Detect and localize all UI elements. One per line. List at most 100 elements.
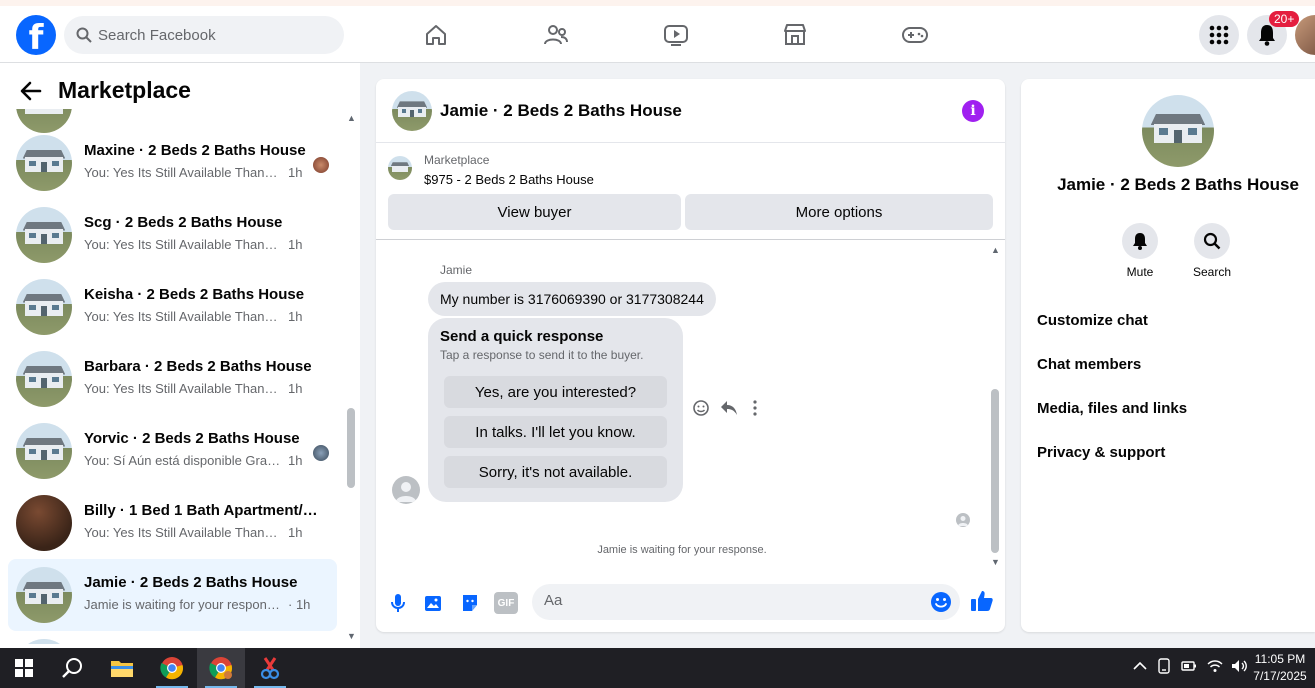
sticker-icon[interactable]: [458, 591, 482, 615]
search-box[interactable]: [64, 16, 344, 54]
conversation-item[interactable]: Yorvic · 2 Beds 2 Baths House You: Sí Aú…: [8, 415, 337, 487]
listing-price[interactable]: $975 - 2 Beds 2 Baths House: [424, 172, 594, 187]
chat-scroll-down-icon[interactable]: ▼: [991, 557, 1000, 567]
details-thumbnail: [1142, 95, 1214, 167]
conversation-item-partial[interactable]: [8, 631, 337, 644]
video-icon[interactable]: [661, 20, 691, 50]
search-icon: [1203, 232, 1221, 250]
conversation-snippet: You: Yes Its Still Available Thanks fo..…: [84, 381, 282, 396]
scroll-up-arrow-icon[interactable]: ▲: [347, 113, 356, 123]
gif-icon[interactable]: GIF: [494, 592, 518, 614]
scroll-down-arrow-icon[interactable]: ▼: [347, 631, 356, 641]
message-bubble[interactable]: My number is 3176069390 or 3177308244: [428, 282, 716, 316]
notifications-button[interactable]: 20+: [1247, 11, 1300, 55]
wifi-icon[interactable]: [1207, 659, 1223, 673]
chat-members-row[interactable]: Chat members: [1037, 348, 1315, 380]
microphone-icon[interactable]: [386, 591, 410, 615]
message-input[interactable]: [544, 592, 914, 609]
chrome-profile-icon[interactable]: [197, 648, 245, 688]
volume-icon[interactable]: [1231, 659, 1249, 673]
listing-thumbnail: [16, 135, 72, 191]
marketplace-icon[interactable]: [780, 20, 810, 50]
friends-icon[interactable]: [541, 20, 571, 50]
chevron-up-icon[interactable]: [1133, 661, 1147, 671]
file-explorer-icon[interactable]: [98, 648, 146, 688]
grid-icon: [1209, 25, 1229, 45]
more-options-button[interactable]: More options: [685, 194, 993, 230]
sender-avatar: [392, 476, 420, 504]
conversation-time: 1h: [288, 381, 303, 396]
menu-grid-button[interactable]: [1199, 15, 1239, 55]
emoji-icon[interactable]: [930, 591, 952, 613]
more-vertical-icon[interactable]: [752, 400, 758, 416]
device-icon[interactable]: [1157, 658, 1171, 674]
conversation-time: 1h: [288, 309, 303, 324]
message-thread: Jamie My number is 3176069390 or 3177308…: [376, 241, 1005, 571]
chat-scrollbar[interactable]: [991, 389, 999, 553]
listing-thumbnail: [16, 495, 72, 551]
listing-thumbnail: [16, 207, 72, 263]
taskbar-clock[interactable]: 11:05 PM 7/17/2025: [1248, 651, 1312, 685]
conversation-item[interactable]: Billy · 1 Bed 1 Bath Apartment/co... You…: [8, 487, 337, 559]
section-label: Customize chat: [1037, 311, 1148, 329]
quick-response-subtitle: Tap a response to send it to the buyer.: [440, 348, 644, 362]
search-in-chat-button[interactable]: Search: [1182, 223, 1242, 279]
quick-response-button[interactable]: In talks. I'll let you know.: [444, 416, 667, 448]
message-sender: Jamie: [440, 263, 473, 277]
conversation-item[interactable]: Keisha · 2 Beds 2 Baths House You: Yes I…: [8, 271, 337, 343]
info-icon[interactable]: i: [962, 100, 984, 122]
listing-mini-thumbnail: [388, 156, 412, 180]
customize-chat-row[interactable]: Customize chat: [1037, 304, 1315, 336]
emoji-react-icon[interactable]: [692, 399, 710, 417]
quick-response-button[interactable]: Sorry, it's not available.: [444, 456, 667, 488]
chrome-icon[interactable]: [148, 648, 196, 688]
thumbs-up-icon[interactable]: [970, 589, 994, 613]
back-arrow-icon[interactable]: [20, 81, 42, 101]
facebook-logo-icon[interactable]: f: [16, 15, 56, 55]
snipping-tool-icon[interactable]: [246, 648, 294, 688]
listing-thumbnail: [16, 567, 72, 623]
conversation-snippet: You: Yes Its Still Available Thanks fo..…: [84, 237, 282, 252]
chat-scroll-up-icon[interactable]: ▲: [991, 245, 1000, 255]
taskbar-search-icon[interactable]: [48, 648, 96, 688]
conversation-name: Scg · 2 Beds 2 Baths House: [84, 214, 283, 231]
media-files-links-row[interactable]: Media, files and links: [1037, 392, 1315, 424]
mute-label: Mute: [1126, 265, 1154, 279]
sidebar-scrollbar[interactable]: [347, 408, 355, 488]
details-name: Jamie · 2 Beds 2 Baths House: [1057, 175, 1299, 194]
logo-letter: f: [28, 18, 44, 55]
chat-title[interactable]: Jamie · 2 Beds 2 Baths House: [440, 101, 682, 121]
conversation-item[interactable]: Scg · 2 Beds 2 Baths House You: Yes Its …: [8, 199, 337, 271]
system-tray: [1133, 658, 1249, 674]
gaming-icon[interactable]: [900, 20, 930, 50]
conversation-item[interactable]: Barbara · 2 Beds 2 Baths House You: Yes …: [8, 343, 337, 415]
reply-icon[interactable]: [720, 400, 738, 416]
chat-details-panel: Jamie · 2 Beds 2 Baths House Mute Search…: [1021, 79, 1315, 632]
view-buyer-button[interactable]: View buyer: [388, 194, 681, 230]
quick-response-button[interactable]: Yes, are you interested?: [444, 376, 667, 408]
conversation-snippet: You: Yes Its Still Available Thanks...: [84, 165, 282, 180]
chat-thumbnail[interactable]: [392, 91, 432, 131]
conversation-name: Yorvic · 2 Beds 2 Baths House: [84, 430, 300, 447]
conversation-item-active[interactable]: Jamie · 2 Beds 2 Baths House Jamie is wa…: [8, 559, 337, 631]
listing-banner: Marketplace $975 - 2 Beds 2 Baths House …: [376, 144, 1005, 240]
conversation-snippet: Jamie is waiting for your response.: [84, 597, 282, 612]
conversation-item[interactable]: Maxine · 2 Beds 2 Baths House You: Yes I…: [8, 127, 337, 199]
conversation-name: Billy · 1 Bed 1 Bath Apartment/co...: [84, 502, 324, 519]
message-input-box[interactable]: [532, 584, 960, 620]
search-input[interactable]: [98, 26, 318, 44]
windows-start-icon[interactable]: [0, 648, 48, 688]
quick-response-title: Send a quick response: [440, 328, 604, 345]
privacy-support-row[interactable]: Privacy & support: [1037, 436, 1315, 468]
section-label: Privacy & support: [1037, 443, 1166, 461]
buyer-mini-avatar: [313, 445, 329, 461]
buyer-mini-avatar: [313, 157, 329, 173]
waiting-note: Jamie is waiting for your response.: [597, 544, 767, 556]
home-icon[interactable]: [421, 20, 451, 50]
battery-icon[interactable]: [1181, 659, 1197, 673]
conversation-name: Jamie · 2 Beds 2 Baths House: [84, 574, 298, 591]
mute-button[interactable]: Mute: [1110, 223, 1170, 279]
listing-thumbnail: [16, 423, 72, 479]
quick-response-card: Send a quick response Tap a response to …: [428, 318, 683, 502]
photo-icon[interactable]: [422, 591, 446, 615]
